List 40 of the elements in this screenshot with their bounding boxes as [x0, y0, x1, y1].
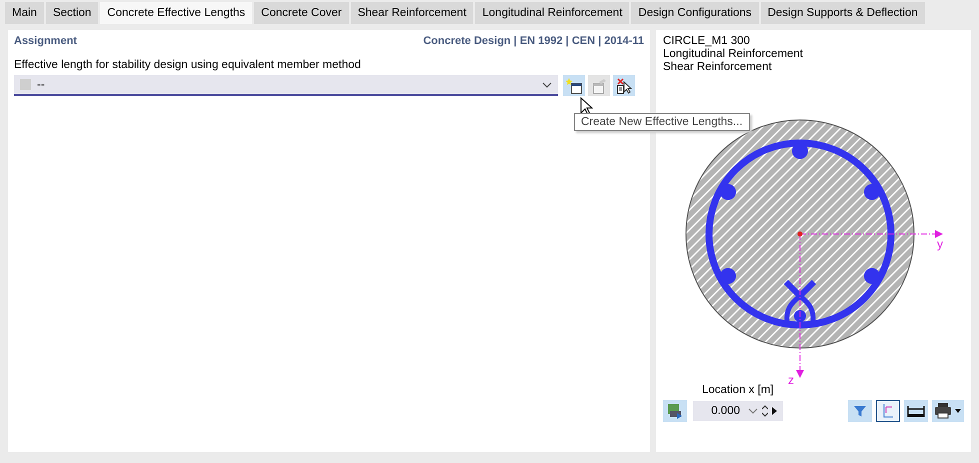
cursor-icon	[580, 97, 593, 116]
tab[interactable]: Design Supports & Deflection	[760, 2, 925, 24]
info-line: Shear Reinforcement	[663, 61, 772, 74]
standard-label: Concrete Design | EN 1992 | CEN | 2014-11	[423, 35, 644, 47]
new-window-icon	[566, 78, 582, 94]
toolbar-button[interactable]	[904, 400, 928, 422]
section-name: CIRCLE_M1 300	[663, 35, 750, 48]
toolbar-button[interactable]	[613, 75, 635, 96]
axis-label: y	[937, 237, 943, 251]
tab[interactable]: Shear Reinforcement	[350, 2, 474, 24]
tooltip: Create New Effective Lengths...	[574, 113, 750, 131]
section-title: Assignment	[14, 35, 77, 47]
toolbar-button[interactable]	[932, 400, 964, 422]
tab[interactable]: Concrete Cover	[254, 2, 349, 24]
axis-label: z	[788, 373, 794, 387]
location-spinbox[interactable]: 0.000	[693, 401, 783, 421]
tab[interactable]: Main	[5, 2, 44, 24]
view-settings-button[interactable]	[663, 400, 687, 422]
toolbar-button[interactable]	[876, 400, 900, 422]
chevron-icon	[542, 82, 552, 88]
tab[interactable]: Design Configurations	[631, 2, 759, 24]
toolbar-button[interactable]	[563, 75, 585, 96]
location-label: Location x [m]	[702, 384, 774, 396]
play-icon	[772, 407, 777, 415]
printer-icon	[934, 403, 962, 419]
spinner-arrows-icon	[762, 405, 768, 417]
tab[interactable]: Longitudinal Reinforcement	[475, 2, 630, 24]
color-swatch	[20, 79, 31, 90]
image-icon	[667, 403, 683, 419]
tab[interactable]: Section	[46, 2, 98, 24]
field-label: Effective length for stability design using equivalent member method	[14, 59, 361, 71]
document-cursor-icon	[616, 78, 632, 94]
tab[interactable]: Concrete Effective Lengths	[100, 2, 252, 24]
window-icon	[591, 78, 607, 94]
info-line: Longitudinal Reinforcement	[663, 48, 804, 61]
origin-point	[798, 232, 802, 236]
effective-length-dropdown[interactable]: --	[14, 75, 558, 96]
filter-icon	[853, 404, 867, 418]
dimension-icon	[906, 403, 926, 419]
chevron-icon	[748, 408, 758, 414]
